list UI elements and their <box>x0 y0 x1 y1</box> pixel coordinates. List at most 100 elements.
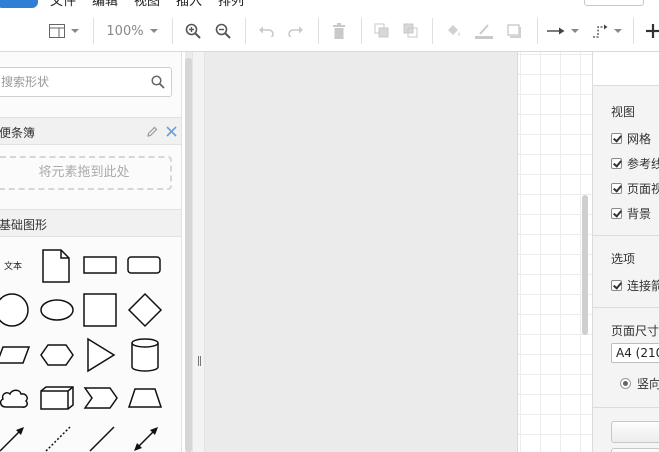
shape-dotted-line[interactable] <box>40 424 76 452</box>
shape-rounded-rectangle[interactable] <box>126 250 162 280</box>
cylinder-shape-icon <box>131 338 159 372</box>
checkbox-checked-icon[interactable] <box>611 133 622 144</box>
connection-arrow-icon <box>547 27 565 35</box>
portrait-label: 竖向 <box>637 377 659 391</box>
shape-square[interactable] <box>82 290 118 330</box>
top-right-box[interactable] <box>584 0 644 6</box>
diagram-page[interactable] <box>517 52 592 452</box>
shape-ellipse[interactable] <box>38 295 76 325</box>
page-view-checkbox[interactable]: 页面视图 <box>611 180 659 197</box>
chevron-down-icon <box>614 29 622 33</box>
menubar: 文件 编辑 视图 插入 排列 <box>0 0 659 10</box>
to-front-icon <box>374 23 389 38</box>
splitter-grip-icon[interactable] <box>198 356 201 366</box>
shape-rectangle[interactable] <box>82 250 118 280</box>
shape-diamond[interactable] <box>126 290 164 330</box>
view-layout-button[interactable] <box>46 19 82 43</box>
shape-cloud[interactable] <box>0 382 32 414</box>
scratchpad-drop-area[interactable]: 将元素拖到此处 <box>0 156 172 190</box>
guides-checkbox[interactable]: 参考线 <box>611 155 659 172</box>
menu-insert[interactable]: 插入 <box>176 0 202 10</box>
shape-cylinder[interactable] <box>128 335 162 375</box>
close-icon[interactable] <box>166 126 177 137</box>
zoom-dropdown[interactable]: 100% <box>104 19 160 43</box>
circle-shape-icon <box>0 293 29 327</box>
to-front-button[interactable] <box>372 19 392 43</box>
scratchpad-header[interactable]: 便条簿 <box>0 117 181 145</box>
shape-document[interactable] <box>40 246 72 286</box>
connection-arrow-dropdown[interactable] <box>546 19 580 43</box>
shape-circle[interactable] <box>0 290 32 330</box>
to-back-button[interactable] <box>401 19 421 43</box>
background-checkbox[interactable]: 背景 <box>611 205 651 222</box>
zoom-level: 100% <box>106 23 144 39</box>
hexagon-shape-icon <box>40 344 74 366</box>
zoom-out-button[interactable] <box>213 19 233 43</box>
general-shapes-header[interactable]: 基础图形 <box>0 209 181 237</box>
zoom-out-icon <box>215 23 231 39</box>
redo-button[interactable] <box>286 19 306 43</box>
radio-selected-icon[interactable] <box>620 378 631 389</box>
shape-line[interactable] <box>84 424 120 452</box>
diamond-shape-icon <box>127 292 163 328</box>
parallelogram-shape-icon <box>0 346 31 364</box>
shadow-button[interactable] <box>505 19 525 43</box>
page-size-select[interactable]: A4 (210 mm x 297 mm) <box>611 343 659 363</box>
toolbar-divider <box>537 18 538 44</box>
menu-edit[interactable]: 编辑 <box>92 0 118 10</box>
search-icon[interactable] <box>151 75 165 89</box>
checkbox-checked-icon[interactable] <box>611 208 622 219</box>
shape-trapezoid[interactable] <box>126 382 164 414</box>
arrow-line-shape-icon <box>0 427 24 452</box>
shape-step[interactable] <box>82 382 120 414</box>
view-heading: 视图 <box>611 105 636 119</box>
menu-view[interactable]: 视图 <box>134 0 160 10</box>
shape-text[interactable]: 文本 <box>0 250 26 280</box>
shape-arrow-line[interactable] <box>0 424 30 452</box>
panel-action-button[interactable] <box>611 421 659 443</box>
canvas-scrollbar-thumb[interactable] <box>582 195 588 335</box>
insert-button[interactable] <box>645 19 659 43</box>
trapezoid-shape-icon <box>127 388 163 408</box>
options-heading: 选项 <box>611 252 636 266</box>
sidebar-splitter[interactable] <box>192 52 205 452</box>
checkbox-checked-icon[interactable] <box>611 183 622 194</box>
shape-cube[interactable] <box>38 382 76 414</box>
checkbox-checked-icon[interactable] <box>611 158 622 169</box>
diagram-canvas[interactable] <box>205 52 592 452</box>
sidebar-scroll-thumb[interactable] <box>185 58 192 452</box>
portrait-radio[interactable]: 竖向 <box>620 375 659 392</box>
shape-sidebar: 便条簿 将元素拖到此处 基础图形 文本 <box>0 52 182 452</box>
bidirectional-arrow-shape-icon <box>134 427 158 451</box>
shape-search-box[interactable] <box>0 67 172 97</box>
shape-search-input[interactable] <box>1 68 151 96</box>
checkbox-checked-icon[interactable] <box>611 280 622 291</box>
step-shape-icon <box>83 387 118 409</box>
zoom-in-button[interactable] <box>183 19 203 43</box>
sidebar-scrollbar[interactable] <box>185 52 192 452</box>
chevron-down-icon <box>149 29 158 33</box>
panel-divider <box>593 235 659 236</box>
undo-button[interactable] <box>256 19 276 43</box>
fill-color-button[interactable] <box>443 19 465 43</box>
square-shape-icon <box>83 293 117 327</box>
edit-pencil-icon[interactable] <box>146 126 158 138</box>
cloud-shape-icon <box>0 389 28 408</box>
line-color-button[interactable] <box>473 19 495 43</box>
format-panel-tabs[interactable] <box>593 52 659 86</box>
grid-checkbox[interactable]: 网格 <box>611 130 651 147</box>
connection-arrows-checkbox[interactable]: 连接箭头 <box>611 277 659 294</box>
waypoints-icon <box>593 24 608 38</box>
shape-parallelogram[interactable] <box>0 340 32 370</box>
waypoints-dropdown[interactable] <box>590 19 624 43</box>
shadow-icon <box>507 24 521 38</box>
menu-arrange[interactable]: 排列 <box>218 0 244 10</box>
menu-file[interactable]: 文件 <box>50 0 76 10</box>
shape-hexagon[interactable] <box>38 340 76 370</box>
delete-button[interactable] <box>329 19 349 43</box>
shape-bidirectional-arrow[interactable] <box>128 424 164 452</box>
panel-divider <box>593 407 659 408</box>
shape-triangle[interactable] <box>84 335 118 375</box>
grid-label: 网格 <box>627 132 652 146</box>
panel-action-button-2[interactable] <box>611 448 659 452</box>
